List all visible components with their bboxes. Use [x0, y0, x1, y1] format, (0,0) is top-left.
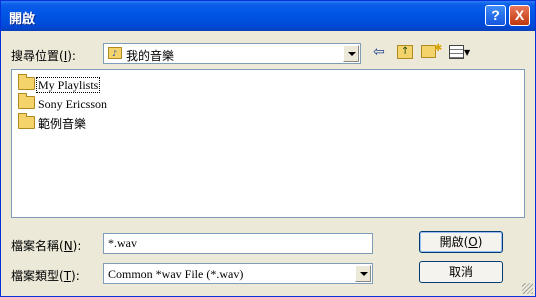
view-menu-icon[interactable]: ▼ [449, 43, 470, 61]
music-folder-icon [18, 113, 35, 129]
list-item[interactable]: 範例音樂 [18, 113, 87, 131]
music-folder-icon: ♪ [108, 47, 122, 59]
file-name-input[interactable]: *.wav [103, 233, 373, 254]
list-item[interactable]: Sony Ericsson [18, 93, 108, 112]
back-arrow-icon[interactable]: ⇦ [373, 43, 385, 61]
file-type-dropdown-arrow[interactable] [355, 265, 371, 282]
resize-grip-icon[interactable] [522, 283, 533, 294]
title-bar[interactable]: 開啟 ? X [1, 1, 535, 31]
look-in-combo[interactable]: ♪ 我的音樂 [103, 43, 361, 64]
look-in-label: 搜尋位置(I): [11, 49, 76, 63]
file-list[interactable]: My Playlists Sony Ericsson 範例音樂 [11, 69, 525, 218]
file-type-label: 檔案類型(T): [11, 269, 80, 283]
look-in-dropdown-arrow[interactable] [343, 45, 359, 62]
look-in-value: 我的音樂 [126, 49, 175, 63]
list-item[interactable]: My Playlists [18, 74, 101, 93]
dialog-title: 開啟 [9, 12, 36, 27]
help-button[interactable]: ? [485, 5, 506, 26]
new-folder-icon[interactable]: ✱ [421, 43, 444, 61]
file-name-label: 檔案名稱(N): [11, 239, 82, 253]
close-button[interactable]: X [509, 5, 530, 26]
file-type-value: Common *wav File (*.wav) [108, 267, 244, 281]
folder-icon [18, 93, 35, 109]
open-button[interactable]: 開啟(O) [419, 231, 503, 253]
folder-icon [18, 74, 35, 90]
cancel-button[interactable]: 取消 [419, 261, 503, 283]
up-folder-icon[interactable]: ↑ [397, 43, 413, 61]
open-dialog: 開啟 ? X 搜尋位置(I): ♪ 我的音樂 ⇦ ↑ ✱ ▼ My Playli… [0, 0, 536, 297]
file-type-combo[interactable]: Common *wav File (*.wav) [103, 263, 373, 284]
